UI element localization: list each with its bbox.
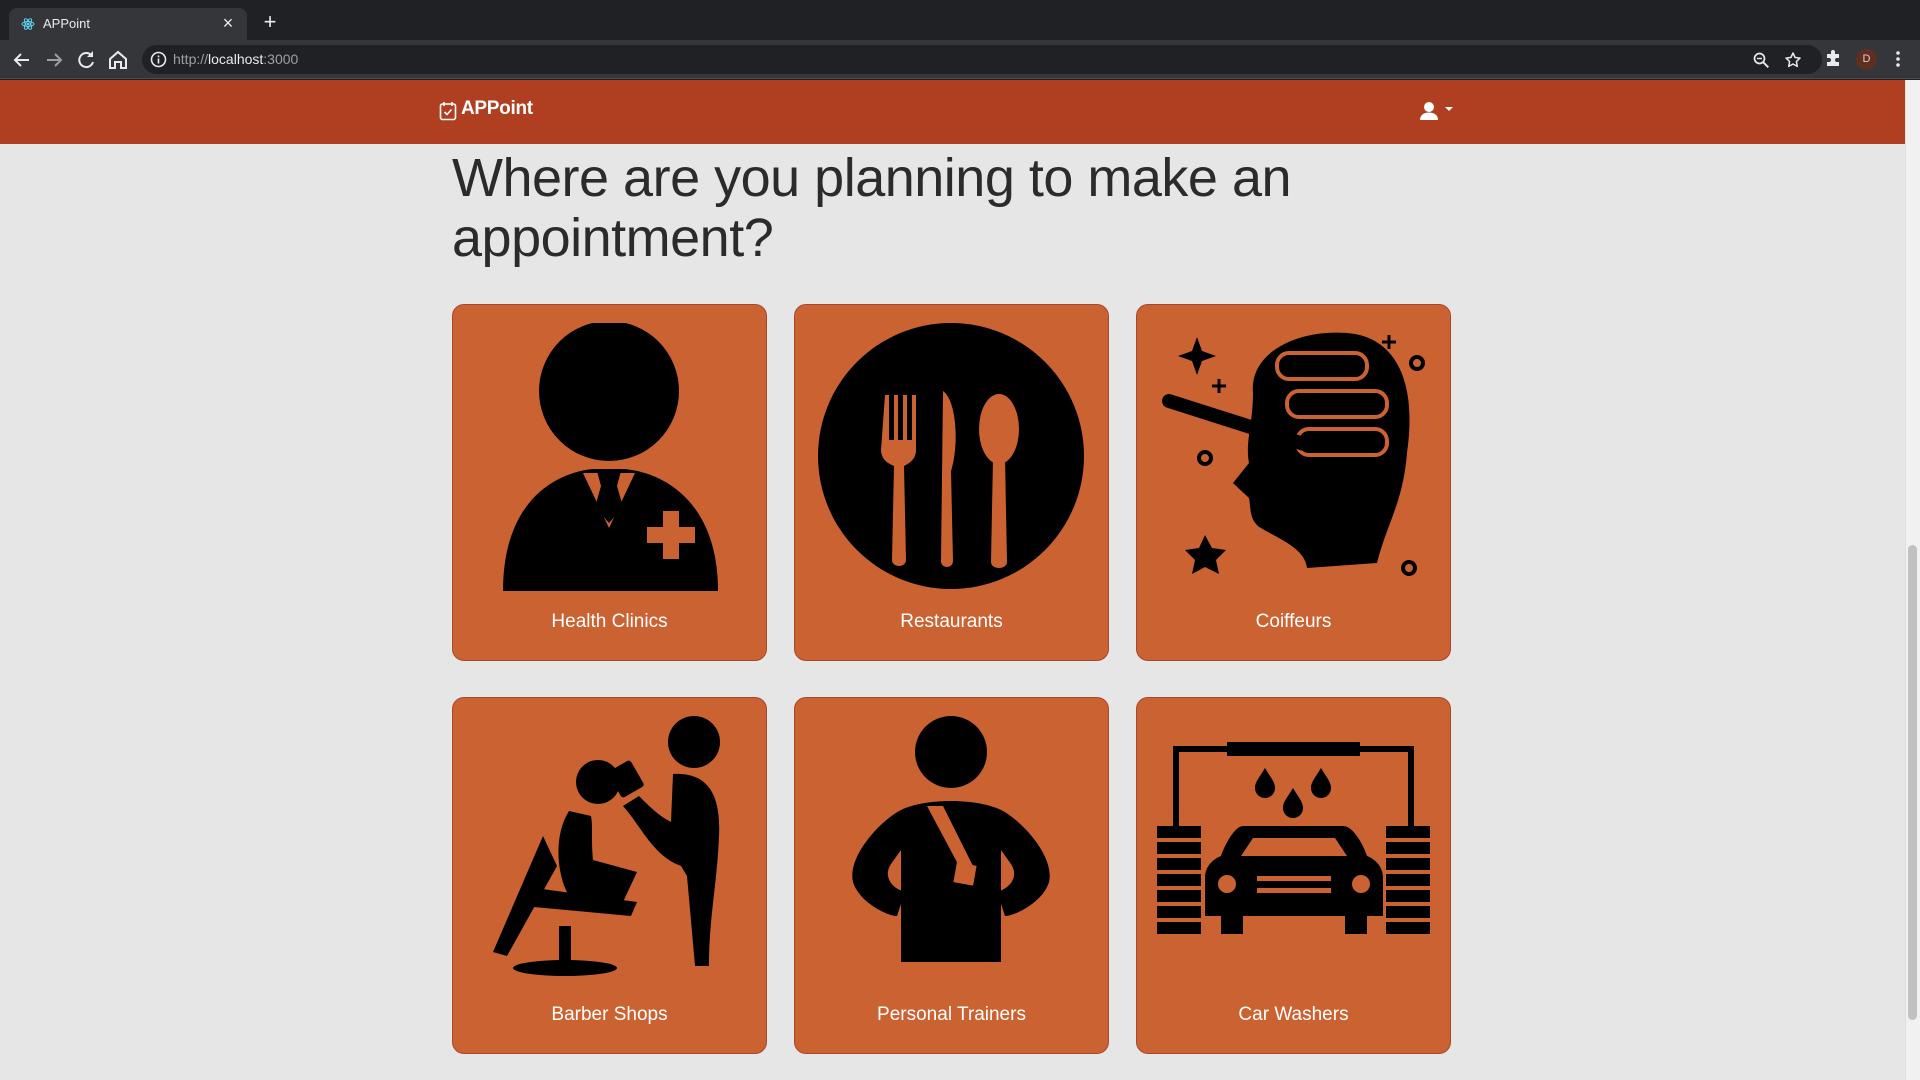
url-host: localhost	[208, 51, 264, 67]
close-tab-icon[interactable]: ×	[217, 12, 239, 34]
category-card-restaurants[interactable]: Restaurants	[794, 304, 1109, 661]
barber-icon	[493, 716, 720, 976]
scrollbar-thumb[interactable]	[1908, 545, 1917, 1020]
browser-tab[interactable]: APPoint ×	[9, 8, 247, 40]
category-label: Car Washers	[1238, 1004, 1349, 1025]
trainer-icon	[852, 716, 1050, 962]
react-favicon-icon	[21, 18, 35, 30]
car-wash-icon	[1157, 742, 1430, 934]
url-text: http://localhost:3000	[173, 51, 298, 67]
brand-name: APPoint	[461, 98, 533, 119]
doctor-icon	[503, 323, 718, 591]
site-info-icon[interactable]	[150, 51, 167, 68]
home-icon[interactable]	[106, 48, 130, 72]
browser-toolbar: http://localhost:3000	[0, 40, 1920, 79]
category-label: Personal Trainers	[877, 1004, 1026, 1025]
category-card-barber-shops[interactable]: Barber Shops	[452, 697, 767, 1054]
url-scheme: http://	[173, 51, 209, 67]
category-card-health-clinics[interactable]: Health Clinics	[452, 304, 767, 661]
profile-avatar[interactable]: D	[1856, 49, 1877, 70]
browser-tab-strip: APPoint × +	[0, 0, 1920, 40]
page-title: Where are you planning to make an appoin…	[452, 148, 1292, 268]
category-label: Restaurants	[900, 611, 1003, 632]
tab-title: APPoint	[43, 16, 90, 31]
user-dropdown-icon[interactable]	[1418, 99, 1456, 125]
category-label: Coiffeurs	[1255, 611, 1332, 632]
calendar-check-icon	[439, 102, 457, 121]
reload-icon[interactable]	[74, 48, 98, 72]
app-navbar: APPoint	[0, 80, 1905, 144]
cutlery-icon	[818, 323, 1084, 589]
extensions-puzzle-icon[interactable]	[1823, 48, 1843, 68]
category-label: Health Clinics	[551, 611, 668, 632]
hair-rollers-icon	[1162, 332, 1425, 576]
forward-arrow-icon[interactable]	[42, 48, 66, 72]
page-viewport: APPoint Where are you planning to make a…	[0, 80, 1920, 1080]
category-card-car-washers[interactable]: Car Washers	[1136, 697, 1451, 1054]
category-card-coiffeurs[interactable]: Coiffeurs	[1136, 304, 1451, 661]
address-bar[interactable]: http://localhost:3000	[142, 45, 1822, 74]
category-card-personal-trainers[interactable]: Personal Trainers	[794, 697, 1109, 1054]
browser-menu-icon[interactable]	[1890, 48, 1906, 70]
bookmark-star-icon[interactable]	[1784, 51, 1802, 69]
zoom-icon[interactable]	[1752, 51, 1770, 69]
url-port: :3000	[263, 51, 299, 67]
page-scrollbar[interactable]	[1905, 80, 1920, 1080]
new-tab-icon[interactable]: +	[258, 11, 282, 35]
category-label: Barber Shops	[551, 1004, 668, 1025]
back-arrow-icon[interactable]	[10, 48, 34, 72]
